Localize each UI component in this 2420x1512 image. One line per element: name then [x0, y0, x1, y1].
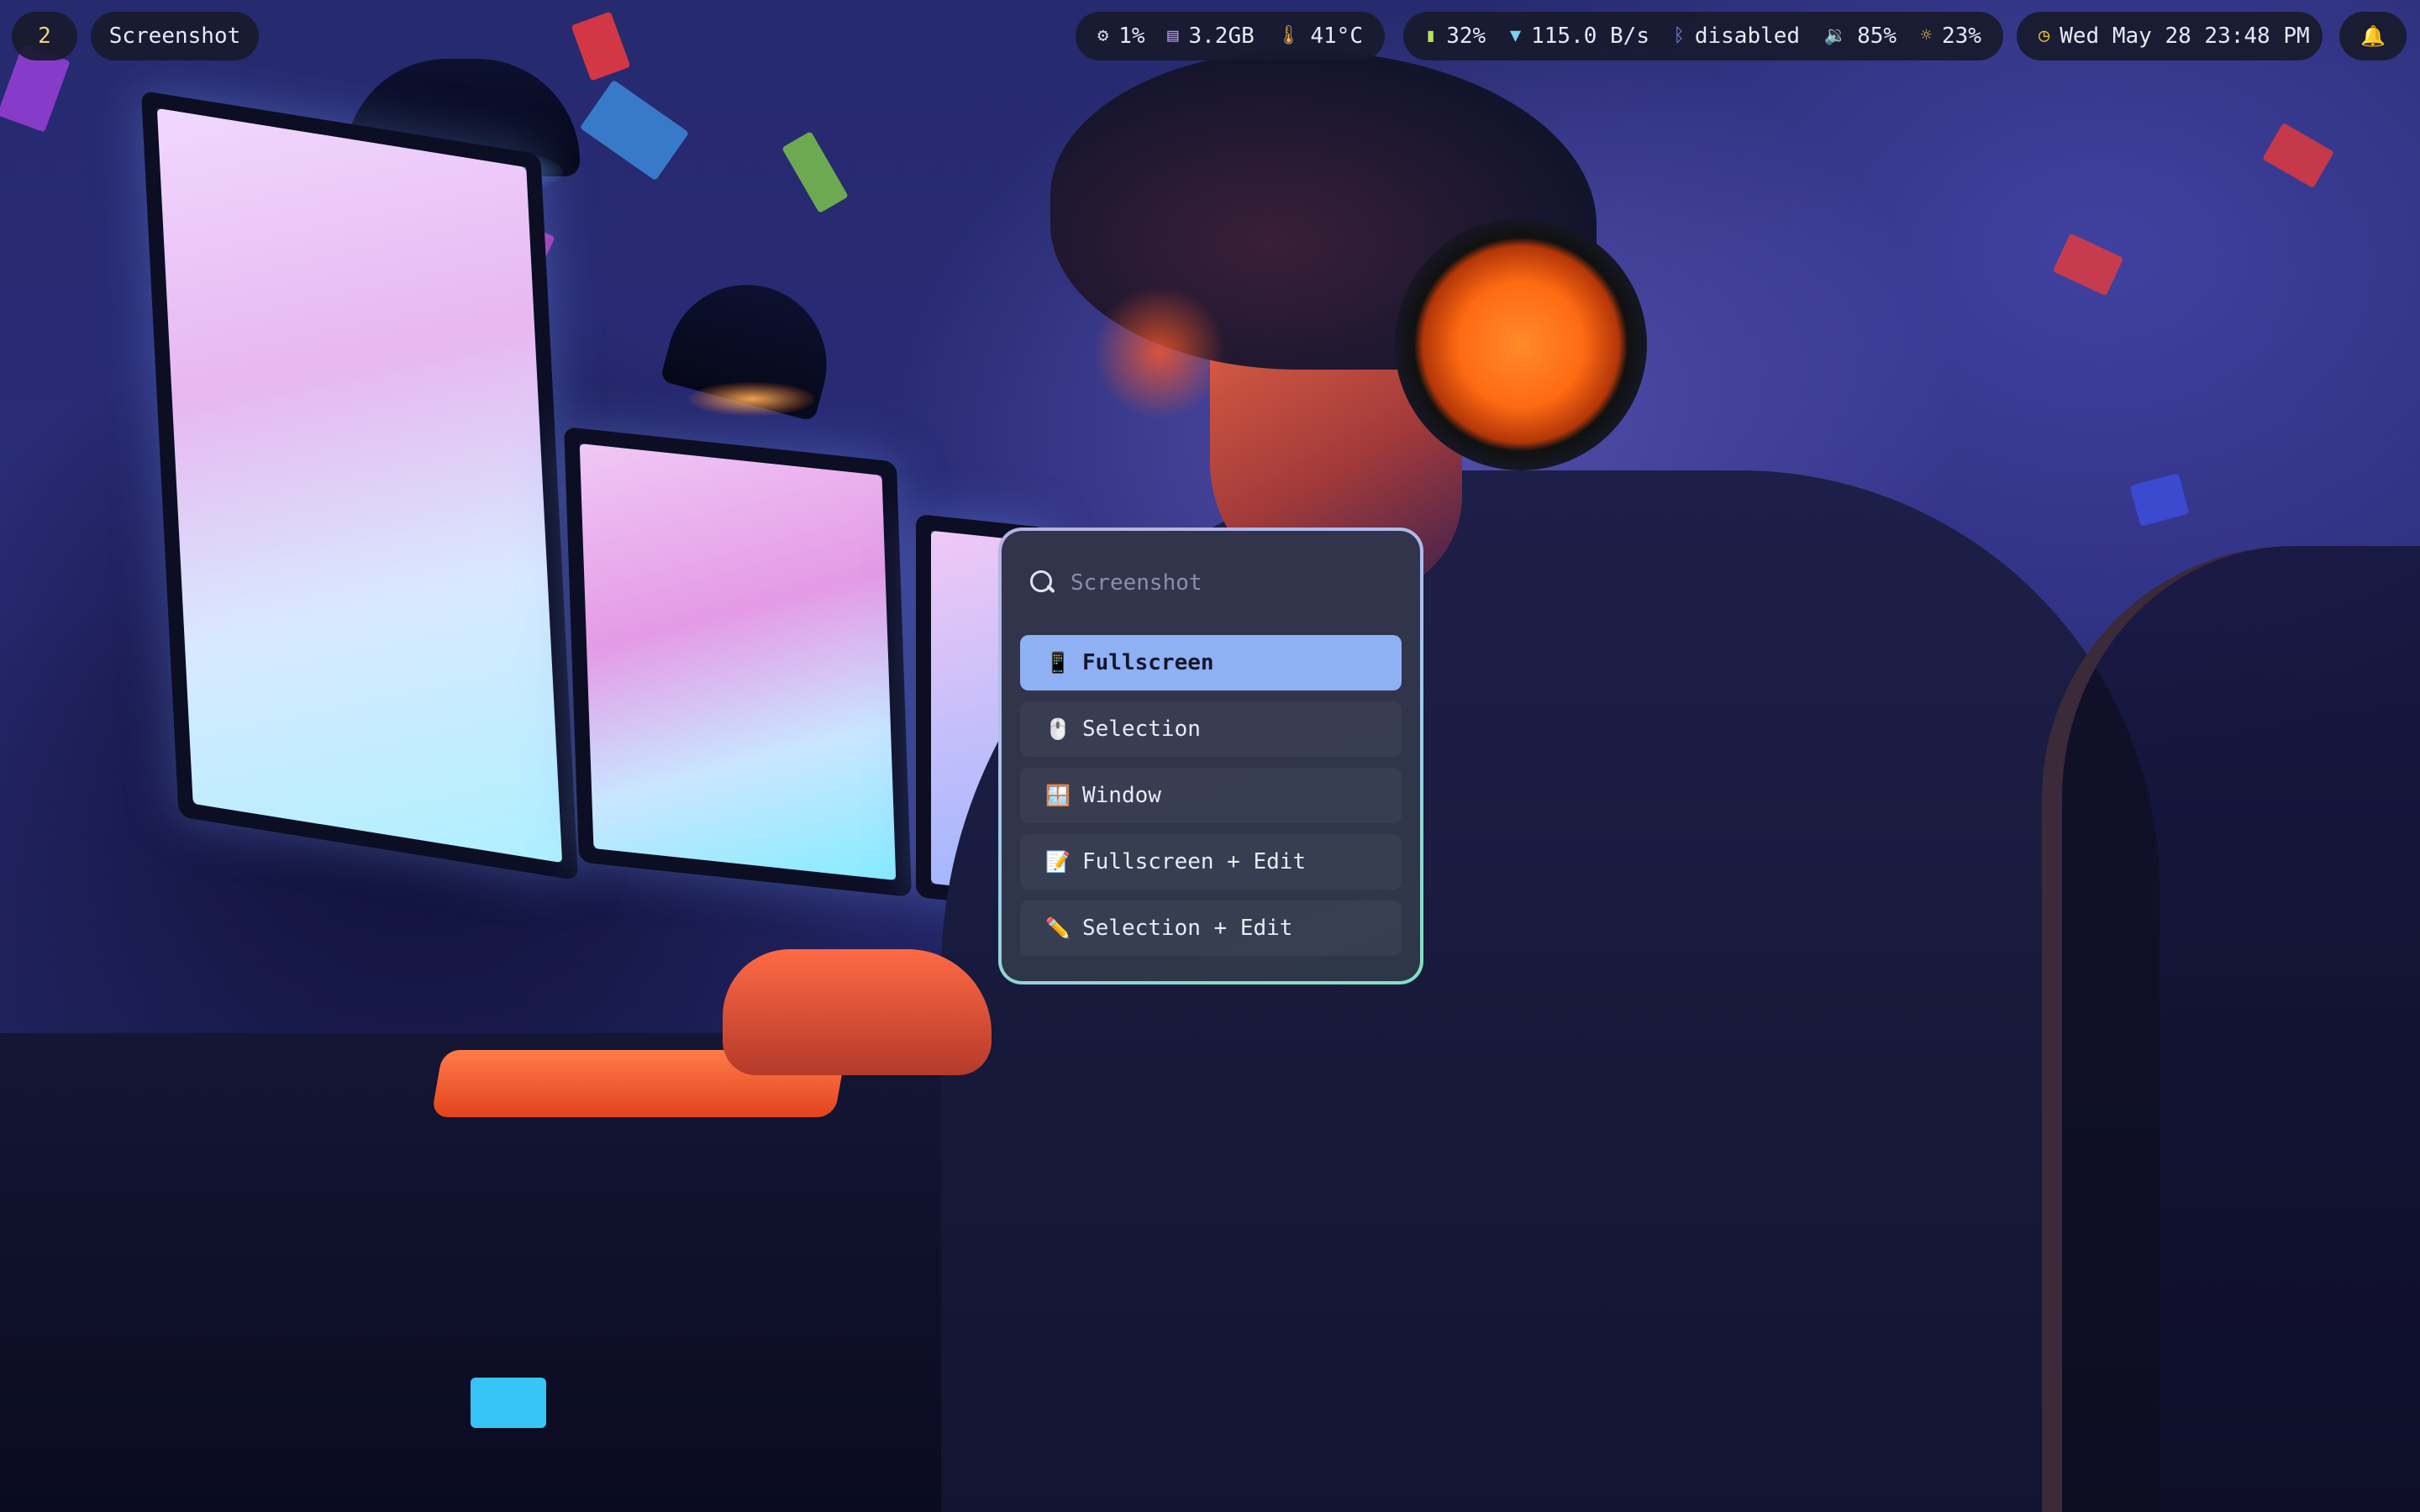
launcher-panel: 📱 Fullscreen 🖱️ Selection 🪟 Window 📝 Ful… [1002, 531, 1420, 981]
brightness-stat[interactable]: ☼ 23% [1921, 24, 1981, 49]
temperature-stat: 🌡 41°C [1276, 24, 1363, 49]
wifi-icon: ▼ [1509, 25, 1522, 46]
entry-fullscreen[interactable]: 📱 Fullscreen [1020, 635, 1402, 690]
entry-selection-edit[interactable]: ✏️ Selection + Edit [1020, 900, 1402, 956]
window-title: Screenshot [108, 24, 241, 49]
wallpaper-paper [2052, 233, 2124, 297]
wallpaper-headphone [1395, 218, 1647, 470]
wallpaper-paper [2262, 122, 2334, 189]
mouse-icon: 🖱️ [1045, 717, 1071, 741]
search-icon [1030, 570, 1055, 596]
wallpaper-monitor [564, 426, 912, 898]
screenshot-launcher: 📱 Fullscreen 🖱️ Selection 🪟 Window 📝 Ful… [998, 528, 1423, 984]
wallpaper-monitor [140, 90, 579, 881]
launcher-results: 📱 Fullscreen 🖱️ Selection 🪟 Window 📝 Ful… [1020, 635, 1402, 967]
entry-window[interactable]: 🪟 Window [1020, 768, 1402, 823]
memo-icon: 📝 [1045, 850, 1071, 874]
memory-stat: ▤ 3.2GB [1167, 24, 1255, 49]
wallpaper-lamp-glow [689, 382, 815, 416]
clock-pill[interactable]: ◷ Wed May 28 23:48 PM [2017, 12, 2323, 60]
wallpaper-paper [571, 11, 631, 81]
wallpaper-hand [723, 949, 992, 1075]
battery-stat[interactable]: ▮ 32% [1425, 24, 1486, 49]
wallpaper-chair [2042, 546, 2420, 1512]
pencil-icon: ✏️ [1045, 916, 1071, 940]
bell-icon: 🔔 [2360, 24, 2386, 48]
bluetooth-icon: ᛒ [1673, 25, 1685, 46]
wallpaper-hair-highlight [1092, 286, 1227, 420]
entry-label: Selection + Edit [1082, 916, 1293, 941]
wallpaper-device [471, 1378, 546, 1428]
volume-icon: 🔉 [1823, 25, 1848, 46]
wallpaper-paper [2129, 473, 2190, 527]
memory-icon: ▤ [1167, 25, 1179, 46]
search-bar[interactable] [1030, 561, 1395, 605]
wallpaper-paper [781, 131, 849, 213]
clock-icon: ◷ [2039, 25, 2050, 46]
workspace-number: 2 [38, 24, 51, 49]
entry-fullscreen-edit[interactable]: 📝 Fullscreen + Edit [1020, 834, 1402, 890]
bluetooth-stat[interactable]: ᛒ disabled [1674, 24, 1800, 49]
entry-selection[interactable]: 🖱️ Selection [1020, 701, 1402, 757]
battery-icon: ▮ [1425, 25, 1437, 46]
entry-label: Fullscreen [1082, 650, 1214, 675]
clock-text: Wed May 28 23:48 PM [2060, 24, 2310, 49]
notification-pill[interactable]: 🔔 [2339, 12, 2407, 60]
phone-icon: 📱 [1045, 651, 1071, 675]
search-input[interactable] [1069, 570, 1395, 596]
workspace-indicator[interactable]: 2 [12, 12, 77, 60]
entry-label: Selection [1082, 717, 1201, 742]
window-icon: 🪟 [1045, 784, 1071, 807]
network-stat[interactable]: ▼ 115.0 B/s [1510, 24, 1649, 49]
cpu-stat: ⚙ 1% [1097, 24, 1145, 49]
entry-label: Fullscreen + Edit [1082, 849, 1307, 874]
system-stats-pill[interactable]: ⚙ 1% ▤ 3.2GB 🌡 41°C [1076, 12, 1385, 60]
volume-stat[interactable]: 🔉 85% [1824, 24, 1897, 49]
status-pill[interactable]: ▮ 32% ▼ 115.0 B/s ᛒ disabled 🔉 85% ☼ 23% [1403, 12, 2003, 60]
window-title-pill: Screenshot [91, 12, 259, 60]
entry-label: Window [1082, 783, 1161, 808]
wallpaper-paper [579, 79, 690, 181]
cpu-icon: ⚙ [1097, 25, 1109, 46]
brightness-icon: ☼ [1920, 25, 1932, 46]
thermometer-icon: 🌡 [1276, 25, 1301, 46]
